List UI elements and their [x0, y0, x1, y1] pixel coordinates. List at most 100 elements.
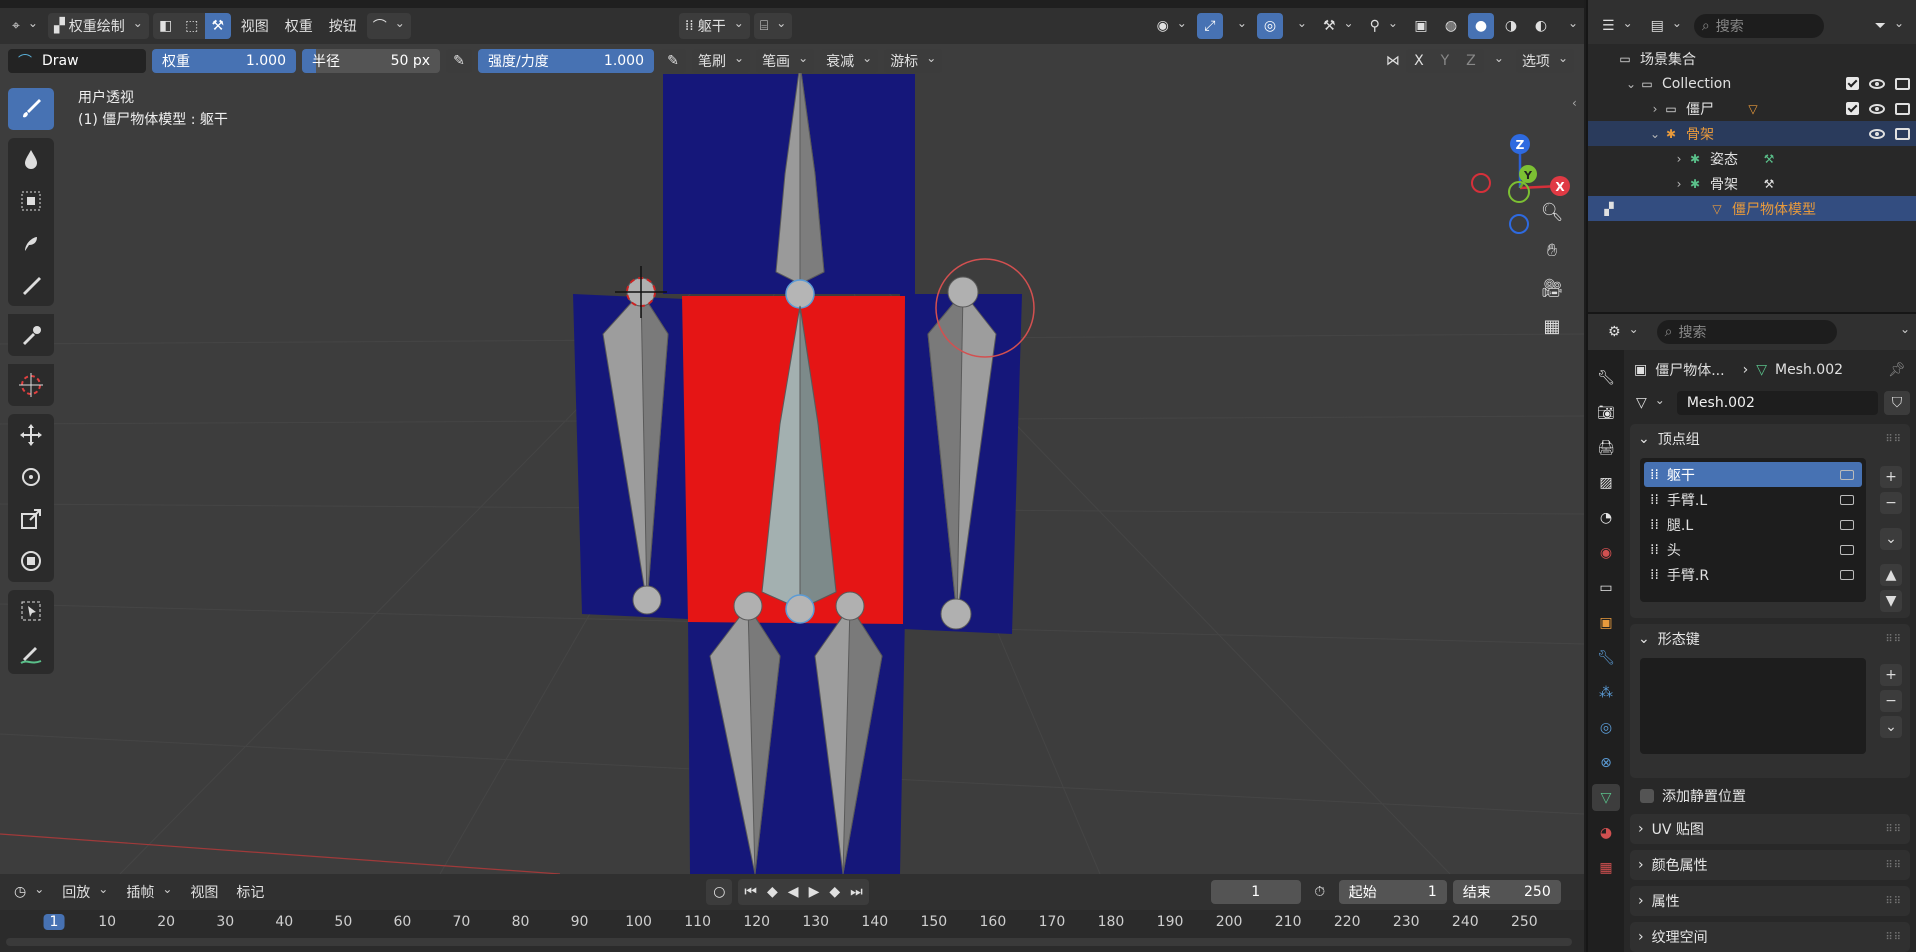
outliner-row-scene-collection[interactable]: ▭ 场景集合 [1588, 46, 1916, 71]
radius-field[interactable]: 半径 50 px [302, 49, 440, 73]
object-tab-icon[interactable]: ▣ [1592, 609, 1620, 636]
add-shape-key-button[interactable]: + [1880, 664, 1902, 686]
jump-end-icon[interactable]: ⏭ [850, 884, 863, 900]
bone-select[interactable]: ⁞⁞ 躯干 [678, 13, 750, 39]
select-box-icon[interactable] [8, 590, 54, 632]
sidebar-toggle-icon[interactable]: ‹ [1572, 96, 1577, 110]
chevron-right-icon[interactable]: › [1648, 102, 1662, 116]
brush-menu[interactable]: 笔刷 [692, 49, 751, 73]
drag-grip-icon[interactable]: ⠿⠿ [1885, 824, 1902, 835]
texture-tab-icon[interactable]: ▦ [1592, 854, 1620, 881]
orthographic-grid-icon[interactable]: ▦ [1535, 310, 1569, 342]
camera-view-icon[interactable]: 🎥︎ [1535, 272, 1569, 304]
eye-icon[interactable] [1869, 78, 1885, 89]
radius-pressure-icon[interactable]: ✎ [446, 49, 472, 73]
stroke-menu[interactable]: 笔画 [756, 49, 815, 73]
chevron-right-icon[interactable]: › [1672, 177, 1686, 191]
exclude-checkbox[interactable] [1846, 102, 1859, 115]
camera-icon[interactable] [1895, 127, 1910, 140]
strength-field[interactable]: 强度/力度 1.000 [478, 49, 654, 73]
drag-grip-icon[interactable]: ⠿⠿ [1885, 634, 1902, 645]
vertex-groups-header[interactable]: ⌄ 顶点组 ⠿⠿ [1630, 424, 1910, 454]
mesh-browse-icon[interactable]: ▽ [1630, 390, 1671, 416]
weight-field[interactable]: 权重 1.000 [152, 49, 296, 73]
curve-icon[interactable]: ⌒ [366, 13, 411, 39]
3d-viewport[interactable]: 用户透视 (1) 僵尸物体模型 : 躯干 Z X Y 🔍︎ ✋︎ 🎥︎ ▦ ‹ [0, 44, 1584, 874]
lock-icon[interactable] [1840, 494, 1854, 505]
render-tab-icon[interactable]: 📷︎ [1592, 399, 1620, 426]
xray-toggle-icon[interactable]: ▣ [1408, 13, 1434, 39]
average-icon[interactable] [8, 180, 54, 222]
color-attributes-header[interactable]: › 颜色属性 ⠿⠿ [1630, 850, 1910, 880]
brush-selector[interactable]: ⌒ Draw [8, 49, 146, 73]
weight-paint-mode-icon[interactable]: ▞ [1600, 200, 1618, 218]
shading-wireframe-icon[interactable]: ◍ [1438, 13, 1464, 39]
shading-solid-icon[interactable]: ● [1467, 13, 1494, 39]
timeline-view-menu[interactable]: 视图 [184, 879, 224, 905]
move-down-icon[interactable]: ▼ [1880, 590, 1902, 612]
vertex-group-specials-icon[interactable]: ⌄ [1880, 528, 1902, 550]
scene-tab-icon[interactable]: ◔ [1592, 504, 1620, 531]
cursor-icon[interactable] [8, 364, 54, 406]
vertex-group-item[interactable]: ⁞⁞ 头 [1644, 537, 1862, 562]
outliner-row-collection[interactable]: ⌄ ▭ Collection [1588, 71, 1916, 96]
brush-icon[interactable] [8, 88, 54, 130]
options-menu[interactable]: 选项 [1515, 49, 1574, 73]
outliner-row-zombie-mesh[interactable]: ▞ ▽ 僵尸物体模型 [1588, 196, 1916, 221]
camera-icon[interactable] [1895, 77, 1910, 90]
end-frame-field[interactable]: 结束 250 [1452, 880, 1561, 904]
menu-buttons[interactable]: 按钮 [323, 13, 363, 39]
chevron-down-icon[interactable]: ⌄ [1624, 77, 1638, 91]
shading-rendered-icon[interactable]: ◐ [1528, 13, 1554, 39]
modifier-tab-icon[interactable]: 🔧︎ [1592, 644, 1620, 671]
mode-select[interactable]: ▞ 权重绘制 [47, 13, 149, 39]
properties-editor-icon[interactable]: ⚙ [1602, 319, 1645, 345]
tool-tab-icon[interactable]: 🔧︎ [1592, 364, 1620, 391]
gizmo-dropdown[interactable] [1227, 13, 1253, 39]
chevron-down-icon[interactable]: ⌄ [1648, 127, 1662, 141]
mirror-z-button[interactable]: Z [1457, 49, 1484, 73]
start-frame-field[interactable]: 起始 1 [1338, 880, 1447, 904]
exclude-checkbox[interactable] [1846, 77, 1859, 90]
overlay-toggle-icon[interactable]: ◎ [1256, 13, 1283, 39]
pan-hand-icon[interactable]: ✋︎ [1535, 234, 1569, 266]
outliner-row-pose[interactable]: › ✱ 姿态 ⚒ [1588, 146, 1916, 171]
shading-dropdown[interactable] [1558, 13, 1584, 39]
eye-icon[interactable] [1869, 103, 1885, 114]
vertex-group-item[interactable]: ⁞⁞ 手臂.L [1644, 487, 1862, 512]
play-icon[interactable]: ▶ [809, 884, 820, 900]
outliner-editor-icon[interactable]: ☰ [1596, 13, 1639, 39]
timeline-editor-icon[interactable]: ◷ [8, 879, 50, 905]
transform-icon[interactable] [8, 540, 54, 582]
outliner-row-armature-data[interactable]: › ✱ 骨架 ⚒ [1588, 171, 1916, 196]
properties-options-dropdown[interactable] [1890, 319, 1916, 345]
lock-icon[interactable] [1840, 544, 1854, 555]
outliner-row-zombie[interactable]: › ▭ 僵尸 ▽ [1588, 96, 1916, 121]
timeline-scrollbar[interactable] [6, 938, 1572, 946]
drag-grip-icon[interactable]: ⠿⠿ [1885, 434, 1902, 445]
move-icon[interactable] [8, 414, 54, 456]
smear-icon[interactable] [8, 222, 54, 264]
play-reverse-icon[interactable]: ◀ [788, 884, 799, 900]
jump-start-icon[interactable]: ⏮ [744, 884, 757, 900]
outliner-row-armature[interactable]: ⌄ ✱ 骨架 [1588, 121, 1916, 146]
shape-keys-header[interactable]: ⌄ 形态键 ⠿⠿ [1630, 624, 1910, 654]
menu-view[interactable]: 视图 [235, 13, 275, 39]
collection-tab-icon[interactable]: ▭ [1592, 574, 1620, 601]
mirror-dropdown[interactable] [1484, 49, 1510, 73]
vertex-group-item[interactable]: ⁞⁞ 手臂.R [1644, 562, 1862, 587]
lock-icon[interactable] [1840, 519, 1854, 530]
uv-maps-header[interactable]: › UV 贴图 ⠿⠿ [1630, 814, 1910, 844]
mirror-x-button[interactable]: X [1405, 49, 1432, 73]
attributes-header[interactable]: › 属性 ⠿⠿ [1630, 886, 1910, 916]
current-frame-field[interactable]: 1 [1210, 880, 1301, 904]
mesh-name-field[interactable]: Mesh.002 [1676, 391, 1878, 415]
bone-select-mask-button[interactable]: ⚒ [204, 13, 231, 39]
timeline-ruler[interactable]: 1 10 20 30 40 50 60 70 80 90 100 110 120 130 140 150 160… [0, 910, 1584, 938]
mesh-data-tab-icon[interactable]: ▽ [1592, 784, 1620, 811]
move-up-icon[interactable]: ▲ [1880, 564, 1902, 586]
playback-menu[interactable]: 回放 [56, 879, 114, 905]
vertex-group-item[interactable]: ⁞⁞ 腿.L [1644, 512, 1862, 537]
remove-shape-key-button[interactable]: − [1880, 690, 1902, 712]
sample-weight-icon[interactable] [8, 314, 54, 356]
